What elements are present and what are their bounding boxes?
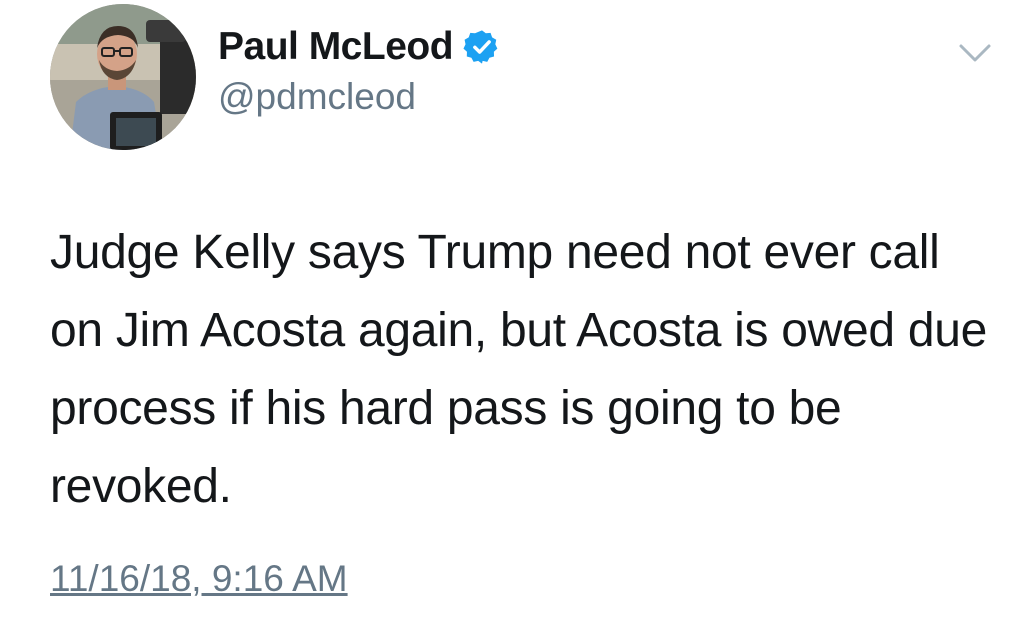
chevron-down-icon[interactable] <box>955 38 995 68</box>
author-display-name[interactable]: Paul McLeod <box>218 25 454 69</box>
tweet-card: Paul McLeod @pdmcleod Judge Kelly says T… <box>0 0 1024 626</box>
tweet-text: Judge Kelly says Trump need not ever cal… <box>50 226 988 513</box>
tweet-timestamp[interactable]: 11/16/18, 9:16 AM <box>50 558 348 600</box>
author-avatar[interactable] <box>50 4 196 150</box>
verified-badge-icon <box>463 28 501 66</box>
author-name-row: Paul McLeod <box>218 22 501 72</box>
author-handle[interactable]: @pdmcleod <box>218 76 416 118</box>
avatar-photo-icon <box>50 4 196 150</box>
